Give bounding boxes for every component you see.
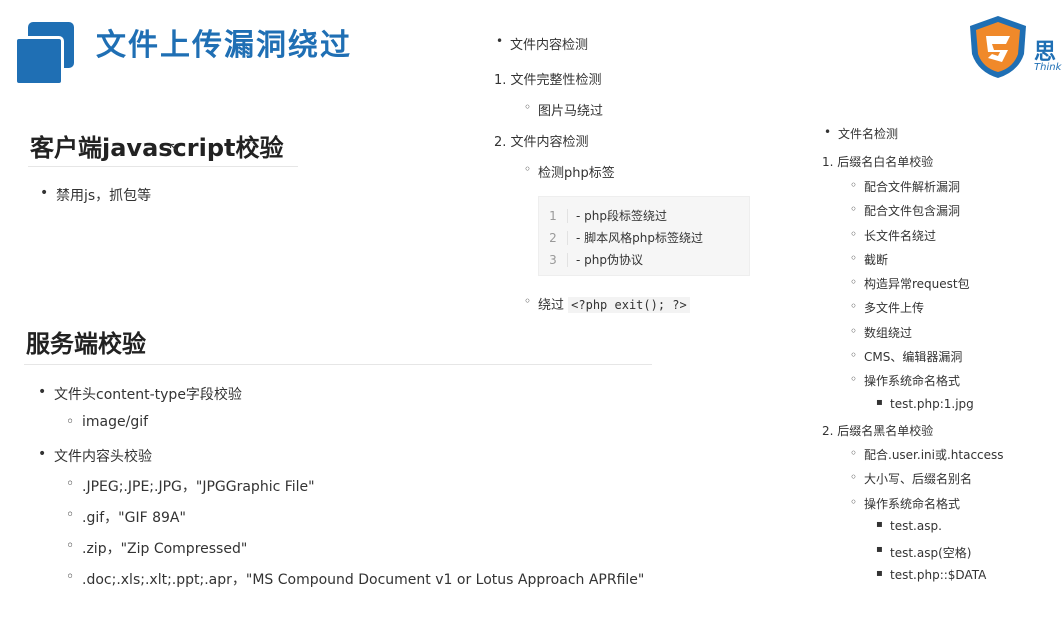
list-item: 绕过 <?php exit(); ?> [524,294,690,313]
brand-subtext: Think [1034,62,1062,73]
code-line: 1 - php段标签绕过 [539,207,667,224]
list-item: test.asp. [876,519,942,533]
list-item: .doc;.xls;.xlt;.ppt;.apr，"MS Compound Do… [66,569,644,589]
code-block: 1 - php段标签绕过 2 - 脚本风格php标签绕过 3 - php伪协议 [538,196,750,276]
list-item: CMS、编辑器漏洞 [850,348,962,365]
list-item: 操作系统命名格式 [850,372,960,389]
list-item: 大小写、后缀名别名 [850,470,972,487]
list-item: 配合.user.ini或.htaccess [850,446,1004,463]
line-number: 1 [539,209,568,223]
list-item: test.php::$DATA [876,568,986,582]
list-item: 配合文件包含漏洞 [850,202,960,219]
line-number: 2 [539,231,568,245]
list-item: 操作系统命名格式 [850,495,960,512]
divider [24,364,652,365]
cursor-icon: ↖ [168,140,180,156]
client-heading: 客户端javascript校验 [30,134,284,162]
bypass-prefix: 绕过 [538,298,565,313]
logo-squares-icon [14,22,76,86]
code-line: 2 - 脚本风格php标签绕过 [539,229,703,246]
shield-icon [970,16,1026,78]
list-item: 多文件上传 [850,299,924,316]
list-item: .JPEG;.JPE;.JPG，"JPGGraphic File" [66,476,315,496]
code-line: 3 - php伪协议 [539,251,643,268]
divider [28,166,298,167]
list-item: 配合文件解析漏洞 [850,178,960,195]
code-text: - 脚本风格php标签绕过 [576,231,703,245]
brand-logo: 思 Think [966,14,1064,80]
list-item: 2. 后缀名黑名单校验 [822,424,934,438]
list-item: .gif，"GIF 89A" [66,507,186,527]
list-item: test.asp(空格) [876,544,972,561]
slide-title: 文件上传漏洞绕过 [96,28,352,63]
list-item: 图片马绕过 [524,100,603,119]
list-item: 文件名检测 [824,125,898,142]
list-item: 长文件名绕过 [850,227,936,244]
list-item: 文件内容头校验 [38,446,152,466]
list-item: 数组绕过 [850,324,912,341]
list-item: 禁用js，抓包等 [40,185,151,205]
list-item: 构造异常request包 [850,275,970,292]
list-item: test.php:1.jpg [876,397,974,411]
inline-code: <?php exit(); ?> [568,297,690,313]
list-item: 1. 文件完整性检测 [494,73,602,88]
line-number: 3 [539,253,568,267]
list-item: 文件内容检测 [496,34,588,53]
list-item: image/gif [66,414,148,430]
list-item: 检测php标签 [524,162,615,181]
code-text: - php伪协议 [576,253,643,267]
list-item: 截断 [850,251,888,268]
list-item: .zip，"Zip Compressed" [66,538,247,558]
code-text: - php段标签绕过 [576,209,667,223]
list-item: 2. 文件内容检测 [494,135,589,150]
list-item: 1. 后缀名白名单校验 [822,155,934,169]
list-item: 文件头content-type字段校验 [38,384,242,404]
server-heading: 服务端校验 [26,330,146,358]
